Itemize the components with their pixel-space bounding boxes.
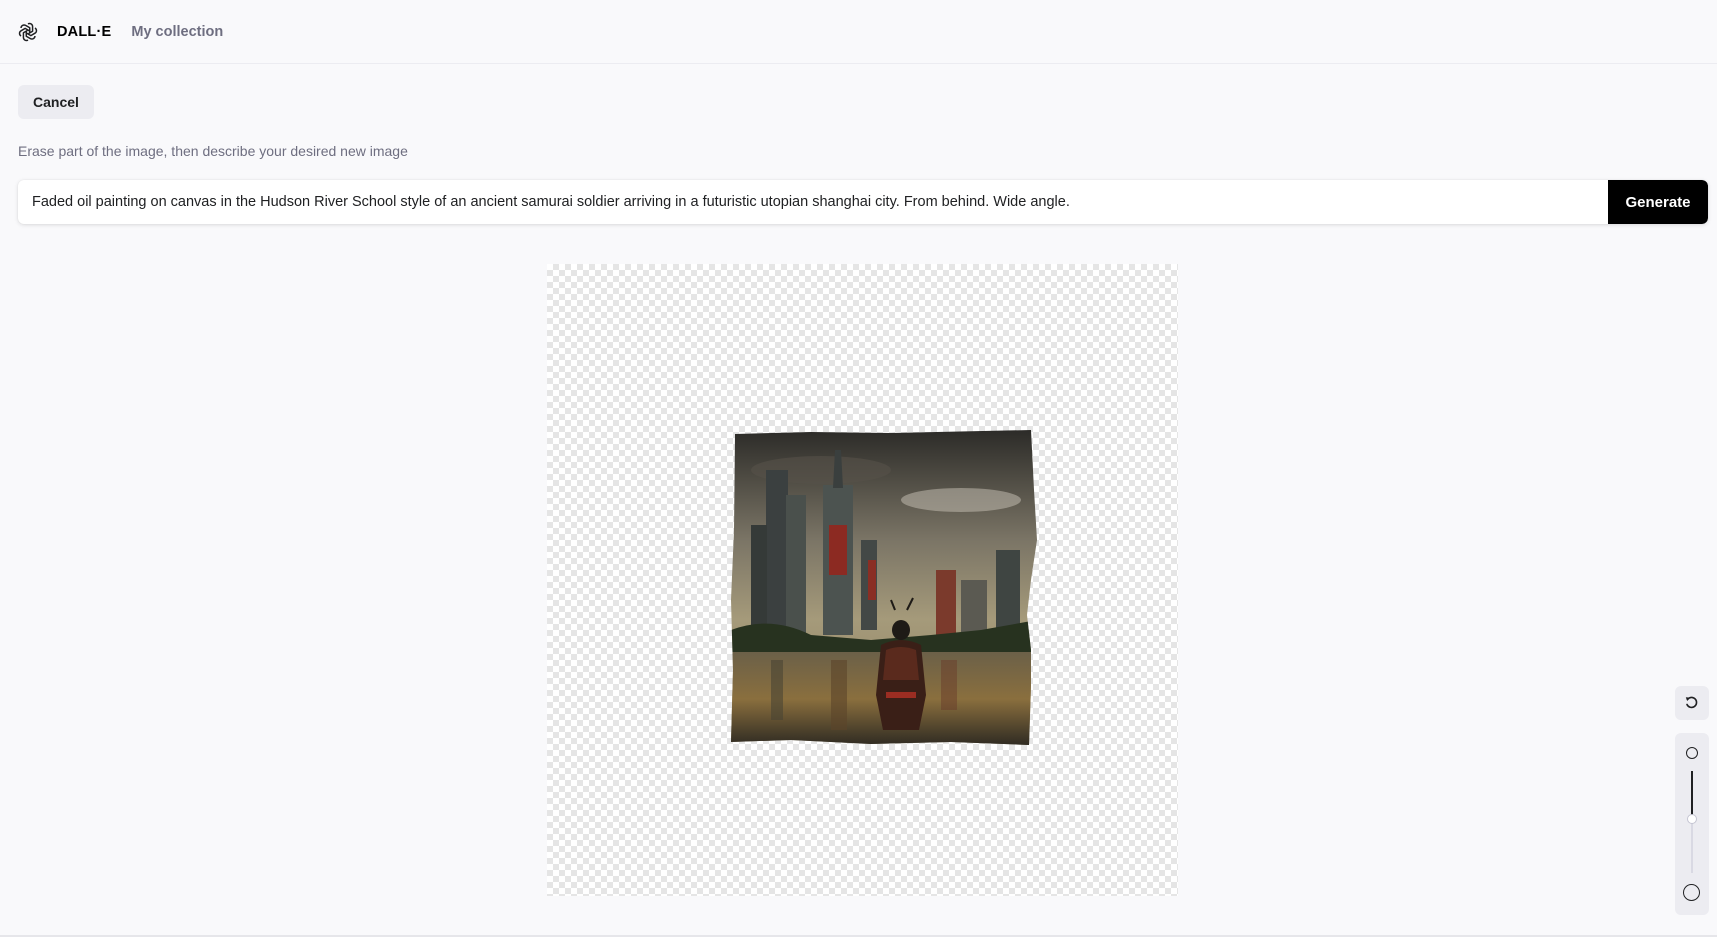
brush-size-panel xyxy=(1675,733,1709,915)
source-image xyxy=(731,430,1037,745)
large-brush-icon[interactable] xyxy=(1683,884,1700,901)
brand-name[interactable]: DALL·E xyxy=(57,24,111,40)
prompt-bar: Generate xyxy=(18,180,1708,224)
undo-icon xyxy=(1685,696,1698,709)
top-nav: DALL·E My collection xyxy=(0,0,1717,64)
openai-logo-icon[interactable] xyxy=(17,21,39,43)
edit-canvas[interactable] xyxy=(547,264,1178,896)
edit-instructions: Erase part of the image, then describe y… xyxy=(18,143,408,159)
brush-size-slider-thumb[interactable] xyxy=(1687,814,1697,824)
my-collection-link[interactable]: My collection xyxy=(131,24,223,40)
small-brush-icon[interactable] xyxy=(1686,747,1698,759)
undo-button[interactable] xyxy=(1675,686,1709,720)
generate-button[interactable]: Generate xyxy=(1608,180,1708,224)
cancel-button[interactable]: Cancel xyxy=(18,85,94,119)
brush-size-slider[interactable] xyxy=(1687,771,1697,873)
prompt-input[interactable] xyxy=(18,180,1608,224)
brush-size-slider-fill xyxy=(1691,771,1693,819)
